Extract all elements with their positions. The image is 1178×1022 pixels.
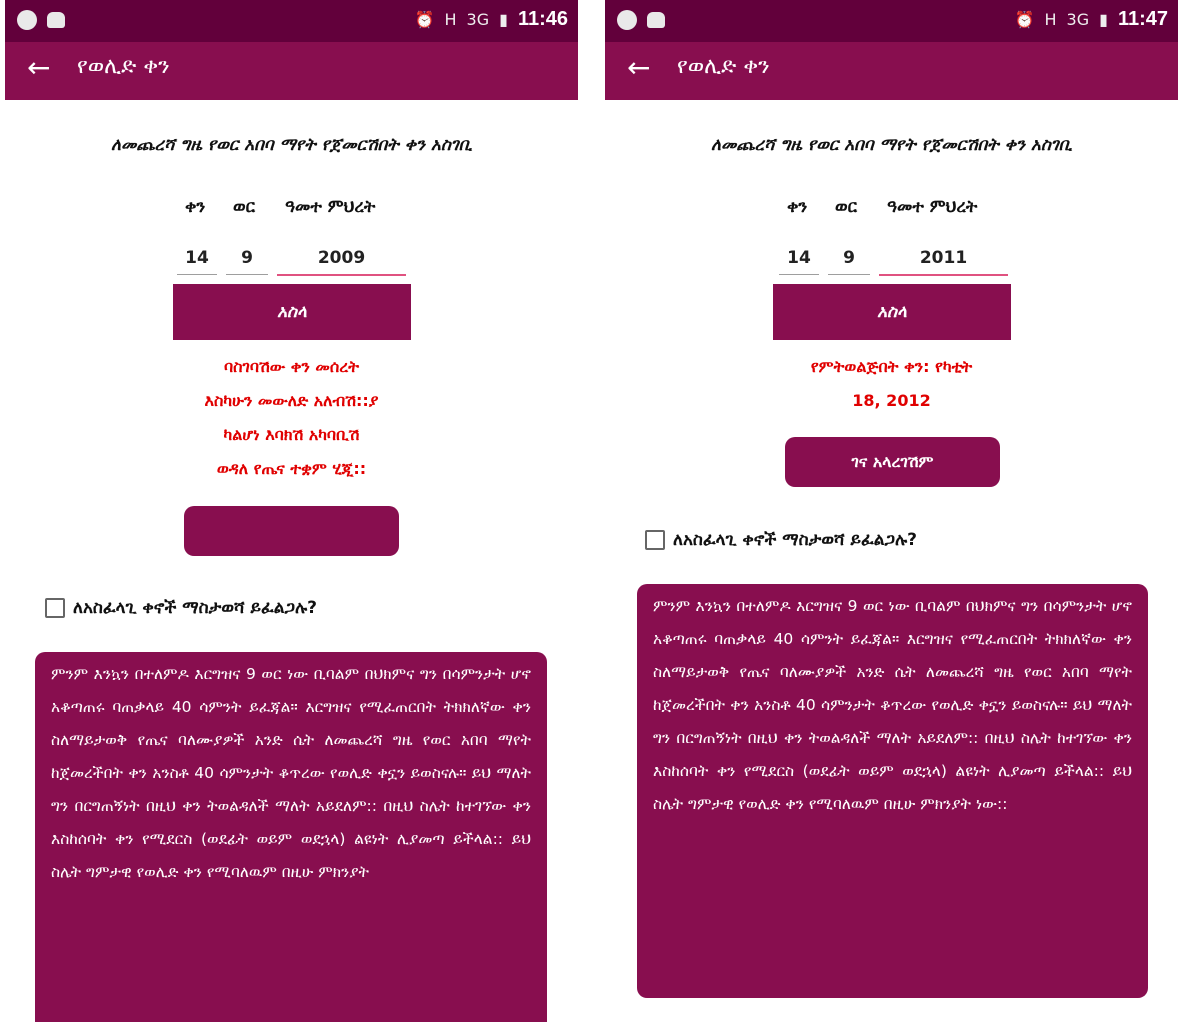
android-notification-icon [47, 12, 65, 28]
reminder-checkbox[interactable] [45, 598, 65, 618]
back-arrow-icon[interactable]: ← [27, 52, 50, 84]
result-message: ባስገባሽው ቀን መሰረት እስካሁን መውለድ አለብሽ::ያ ካልሆነ እ… [5, 350, 578, 486]
signal-icon: 3G [1066, 10, 1090, 29]
app-notification-icon [17, 10, 37, 30]
reminder-checkbox-label: ለአስፈላጊ ቀኖች ማስታወሻ ይፈልጋሉ? [73, 598, 318, 618]
reminder-checkbox-label: ለአስፈላጊ ቀኖች ማስታወሻ ይፈልጋሉ? [673, 530, 918, 550]
status-time: 11:46 [517, 8, 568, 30]
not-delivered-button[interactable] [184, 506, 399, 556]
month-input[interactable]: 9 [226, 248, 268, 275]
day-input[interactable]: 14 [779, 248, 819, 275]
back-arrow-icon[interactable]: ← [627, 52, 650, 84]
reminder-checkbox-row[interactable]: ለአስፈላጊ ቀኖች ማስታወሻ ይፈልጋሉ? [45, 598, 317, 618]
signal-icon: 3G [466, 10, 490, 29]
app-notification-icon [617, 10, 637, 30]
calculate-button[interactable]: አስላ [773, 284, 1011, 340]
page-title: የወሊድ ቀን [77, 54, 170, 79]
result-line: የምትወልጅበት ቀን: የካቲት [810, 357, 973, 376]
month-label: ወር [835, 197, 858, 217]
year-input[interactable]: 2011 [879, 248, 1008, 276]
status-bar: ⏰ H 3G ▮ 11:47 [605, 0, 1178, 42]
year-input[interactable]: 2009 [277, 248, 406, 276]
day-input[interactable]: 14 [177, 248, 217, 275]
status-time: 11:47 [1117, 8, 1168, 30]
screen-left: ⏰ H 3G ▮ 11:46 ← የወሊድ ቀን ለመጨረሻ ግዜ የወር አበ… [5, 0, 578, 1022]
year-label: ዓመተ ምህረት [887, 197, 978, 217]
reminder-checkbox[interactable] [645, 530, 665, 550]
page-title: የወሊድ ቀን [677, 54, 770, 79]
screen-right: ⏰ H 3G ▮ 11:47 ← የወሊድ ቀን ለመጨረሻ ግዜ የወር አበ… [605, 0, 1178, 1022]
info-card: ምንም እንኳን በተለምዶ እርግዝና 9 ወር ነው ቢባልም በህክምና … [637, 584, 1148, 998]
month-label: ወር [233, 197, 256, 217]
app-bar: ← የወሊድ ቀን [5, 42, 578, 100]
battery-icon: ▮ [499, 10, 508, 29]
month-input[interactable]: 9 [828, 248, 870, 275]
calculate-button[interactable]: አስላ [173, 284, 411, 340]
alarm-icon: ⏰ [414, 10, 435, 29]
alarm-icon: ⏰ [1014, 10, 1035, 29]
result-line: 18, 2012 [852, 391, 931, 410]
not-delivered-button[interactable]: ገና አላረገሽም [785, 437, 1000, 487]
year-label: ዓመተ ምህረት [285, 197, 376, 217]
result-line: እስካሁን መውለድ አለብሽ::ያ [204, 391, 379, 410]
android-notification-icon [647, 12, 665, 28]
network-type-label: H [444, 10, 457, 29]
day-label: ቀን [185, 197, 206, 217]
app-bar: ← የወሊድ ቀን [605, 42, 1178, 100]
network-type-label: H [1044, 10, 1057, 29]
date-prompt: ለመጨረሻ ግዜ የወር አበባ ማየት የጀመርሽበት ቀን አስገቢ [111, 135, 472, 155]
result-line: ባስገባሽው ቀን መሰረት [223, 357, 360, 376]
status-bar: ⏰ H 3G ▮ 11:46 [5, 0, 578, 42]
battery-icon: ▮ [1099, 10, 1108, 29]
reminder-checkbox-row[interactable]: ለአስፈላጊ ቀኖች ማስታወሻ ይፈልጋሉ? [645, 530, 917, 550]
day-label: ቀን [787, 197, 808, 217]
result-line: ወዳለ የጤና ተቋም ሂጂ:: [216, 459, 367, 478]
date-prompt: ለመጨረሻ ግዜ የወር አበባ ማየት የጀመርሽበት ቀን አስገቢ [711, 135, 1072, 155]
info-card: ምንም እንኳን በተለምዶ እርግዝና 9 ወር ነው ቢባልም በህክምና … [35, 652, 547, 1022]
result-line: ካልሆነ እባክሽ አካባቢሽ [223, 425, 360, 444]
result-message: የምትወልጅበት ቀን: የካቲት 18, 2012 [605, 350, 1178, 418]
